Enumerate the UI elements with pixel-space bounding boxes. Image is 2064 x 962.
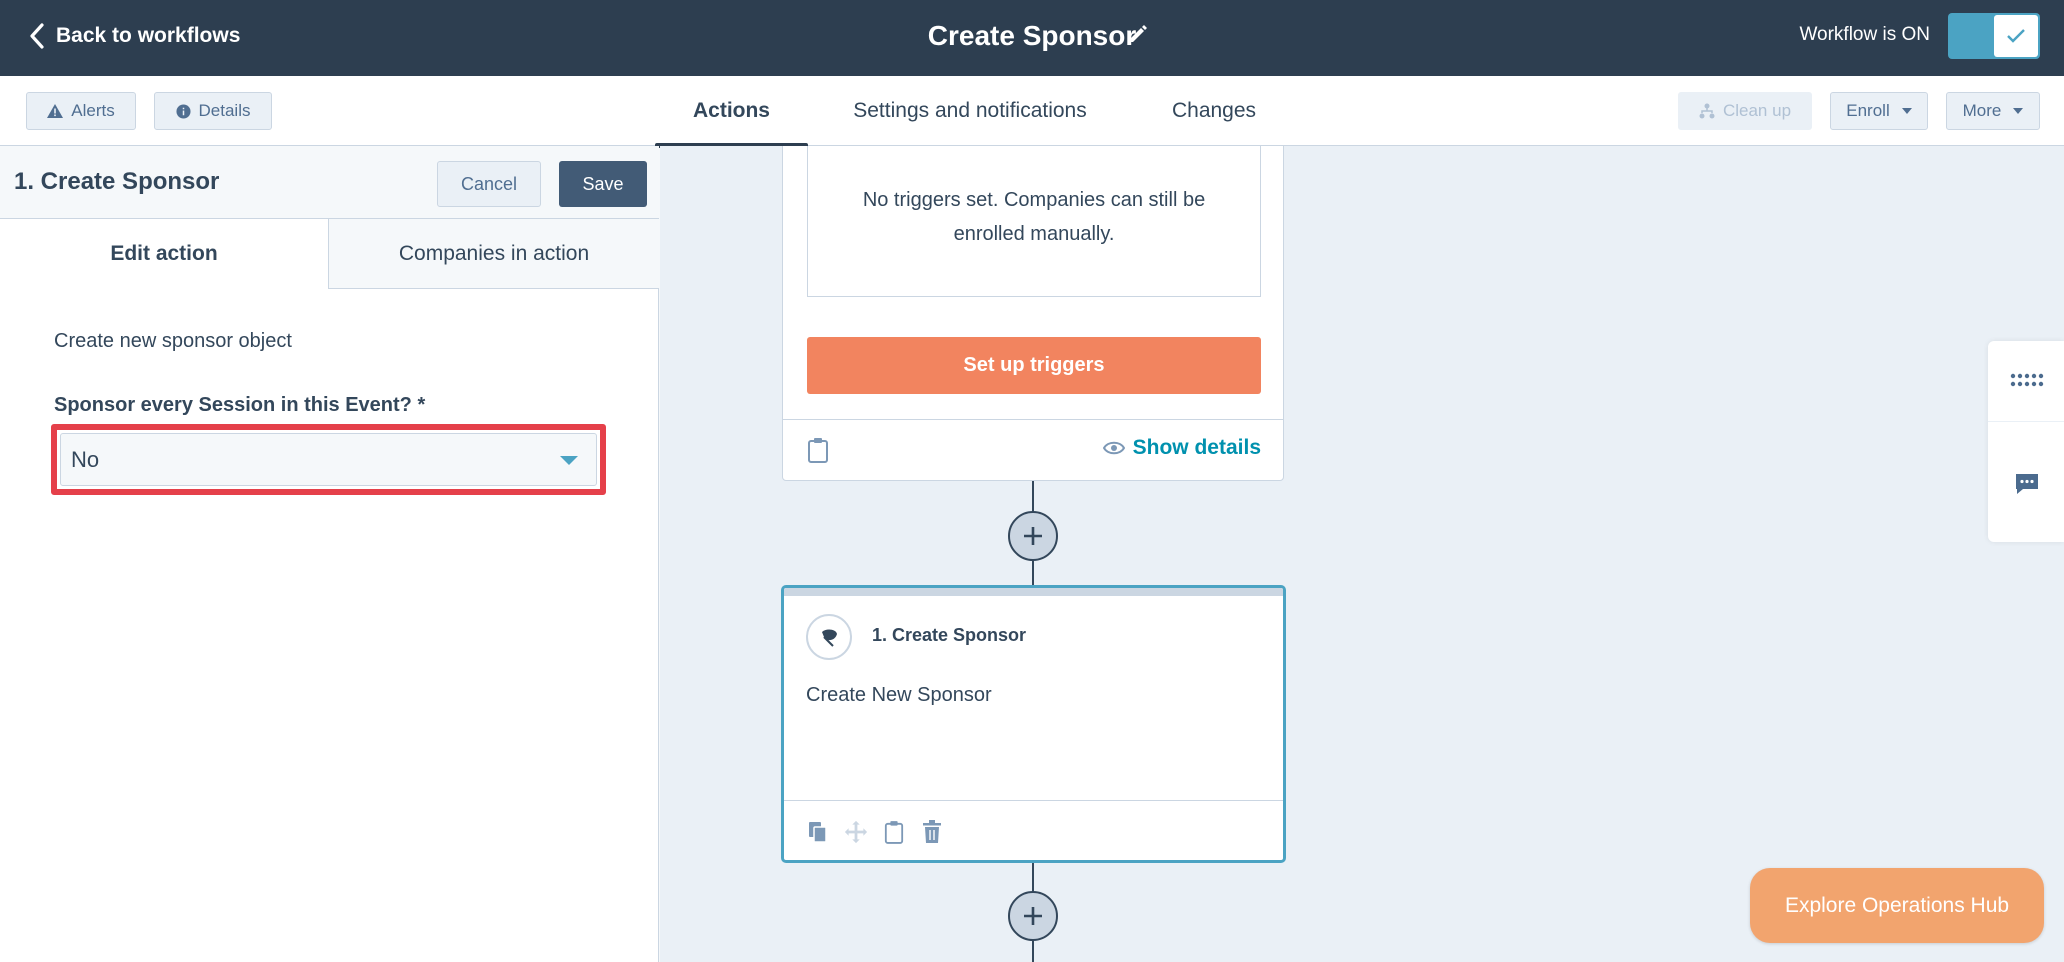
more-label: More — [1962, 101, 2002, 120]
chevron-left-icon — [30, 23, 44, 49]
clean-up-label: Clean up — [1722, 101, 1792, 120]
alerts-button[interactable]: Alerts — [26, 92, 136, 130]
grid-dots-icon[interactable] — [2010, 371, 2044, 391]
show-details-link[interactable]: Show details — [1102, 436, 1261, 460]
enroll-label: Enroll — [1846, 101, 1890, 120]
enroll-button[interactable]: Enroll — [1830, 92, 1928, 130]
back-to-workflows-link[interactable]: Back to workflows — [28, 22, 240, 50]
right-side-dock — [1988, 341, 2064, 542]
details-label: Details — [198, 101, 251, 120]
tab-actions[interactable]: Actions — [655, 76, 808, 148]
pencil-icon[interactable] — [1126, 22, 1150, 46]
action-card-footer — [784, 800, 1283, 860]
more-button[interactable]: More — [1946, 92, 2040, 130]
tab-settings-and-notifications[interactable]: Settings and notifications — [836, 76, 1104, 146]
action-card-title: 1. Create Sponsor — [872, 625, 1027, 645]
action-card-create-sponsor[interactable]: 1. Create Sponsor Create New Sponsor — [781, 585, 1286, 863]
save-button[interactable]: Save — [559, 161, 647, 207]
toggle-knob — [1994, 15, 2038, 57]
top-header: Back to workflows Create Sponsor Workflo… — [0, 0, 2064, 76]
select-value: No — [71, 446, 100, 472]
warning-icon — [47, 104, 64, 118]
sponsor-every-session-label: Sponsor every Session in this Event? * — [54, 394, 426, 416]
copy-icon[interactable] — [806, 819, 830, 845]
card-top-band — [784, 588, 1283, 596]
tab-companies-label: Companies in action — [398, 241, 590, 265]
clean-up-button[interactable]: Clean up — [1678, 92, 1812, 130]
workflow-title-wrap: Create Sponsor — [0, 20, 2064, 52]
action-edit-panel: 1. Create Sponsor Cancel Save Edit actio… — [0, 146, 659, 962]
eye-icon — [1102, 441, 1125, 455]
details-button[interactable]: Details — [154, 92, 272, 130]
alerts-label: Alerts — [71, 101, 115, 120]
chat-icon[interactable] — [2014, 471, 2040, 497]
move-icon[interactable] — [844, 819, 868, 845]
tab-changes[interactable]: Changes — [1150, 76, 1278, 146]
clipboard-icon[interactable] — [882, 819, 906, 845]
tab-actions-label: Actions — [692, 99, 770, 122]
caret-down-icon — [560, 456, 578, 465]
back-label: Back to workflows — [56, 24, 241, 47]
workflow-toolbar: Alerts Details Actions Settings and noti… — [0, 76, 2064, 148]
workflow-title[interactable]: Create Sponsor — [928, 20, 1137, 51]
caret-down-icon — [1901, 108, 1912, 114]
caret-down-icon — [2013, 108, 2024, 114]
trash-icon[interactable] — [920, 819, 944, 845]
cancel-button[interactable]: Cancel — [437, 161, 541, 207]
show-details-label: Show details — [1132, 436, 1261, 459]
trigger-message: No triggers set. Companies can still be … — [807, 146, 1261, 297]
panel-title: 1. Create Sponsor — [14, 168, 220, 195]
workflow-toggle[interactable] — [1948, 13, 2040, 59]
set-up-triggers-button[interactable]: Set up triggers — [807, 337, 1261, 394]
hierarchy-icon — [1699, 103, 1715, 119]
tab-settings-label: Settings and notifications — [853, 99, 1087, 122]
trigger-card: No triggers set. Companies can still be … — [782, 146, 1284, 481]
workflow-canvas[interactable]: No triggers set. Companies can still be … — [660, 146, 2064, 962]
explore-operations-hub-button[interactable]: Explore Operations Hub — [1750, 868, 2044, 943]
action-description: Create new sponsor object — [54, 330, 292, 352]
info-icon — [175, 103, 191, 119]
plus-icon — [1024, 527, 1042, 545]
trigger-card-footer: Show details — [783, 419, 1283, 481]
plus-icon — [1024, 907, 1042, 925]
tab-edit-action[interactable]: Edit action — [0, 219, 328, 289]
leaf-icon — [806, 614, 852, 660]
tab-companies-in-action[interactable]: Companies in action — [328, 219, 659, 289]
add-action-button[interactable] — [1008, 891, 1058, 941]
add-action-button[interactable] — [1008, 511, 1058, 561]
workflow-status: Workflow is ON — [1799, 24, 1930, 45]
dock-divider — [1988, 421, 2064, 422]
tab-edit-action-label: Edit action — [110, 242, 218, 265]
sponsor-every-session-select[interactable]: No — [60, 433, 597, 486]
tab-changes-label: Changes — [1171, 99, 1257, 122]
clipboard-icon[interactable] — [807, 437, 829, 463]
check-icon — [2007, 29, 2025, 43]
action-card-description: Create New Sponsor — [806, 684, 992, 706]
panel-header: 1. Create Sponsor Cancel Save — [0, 146, 659, 219]
